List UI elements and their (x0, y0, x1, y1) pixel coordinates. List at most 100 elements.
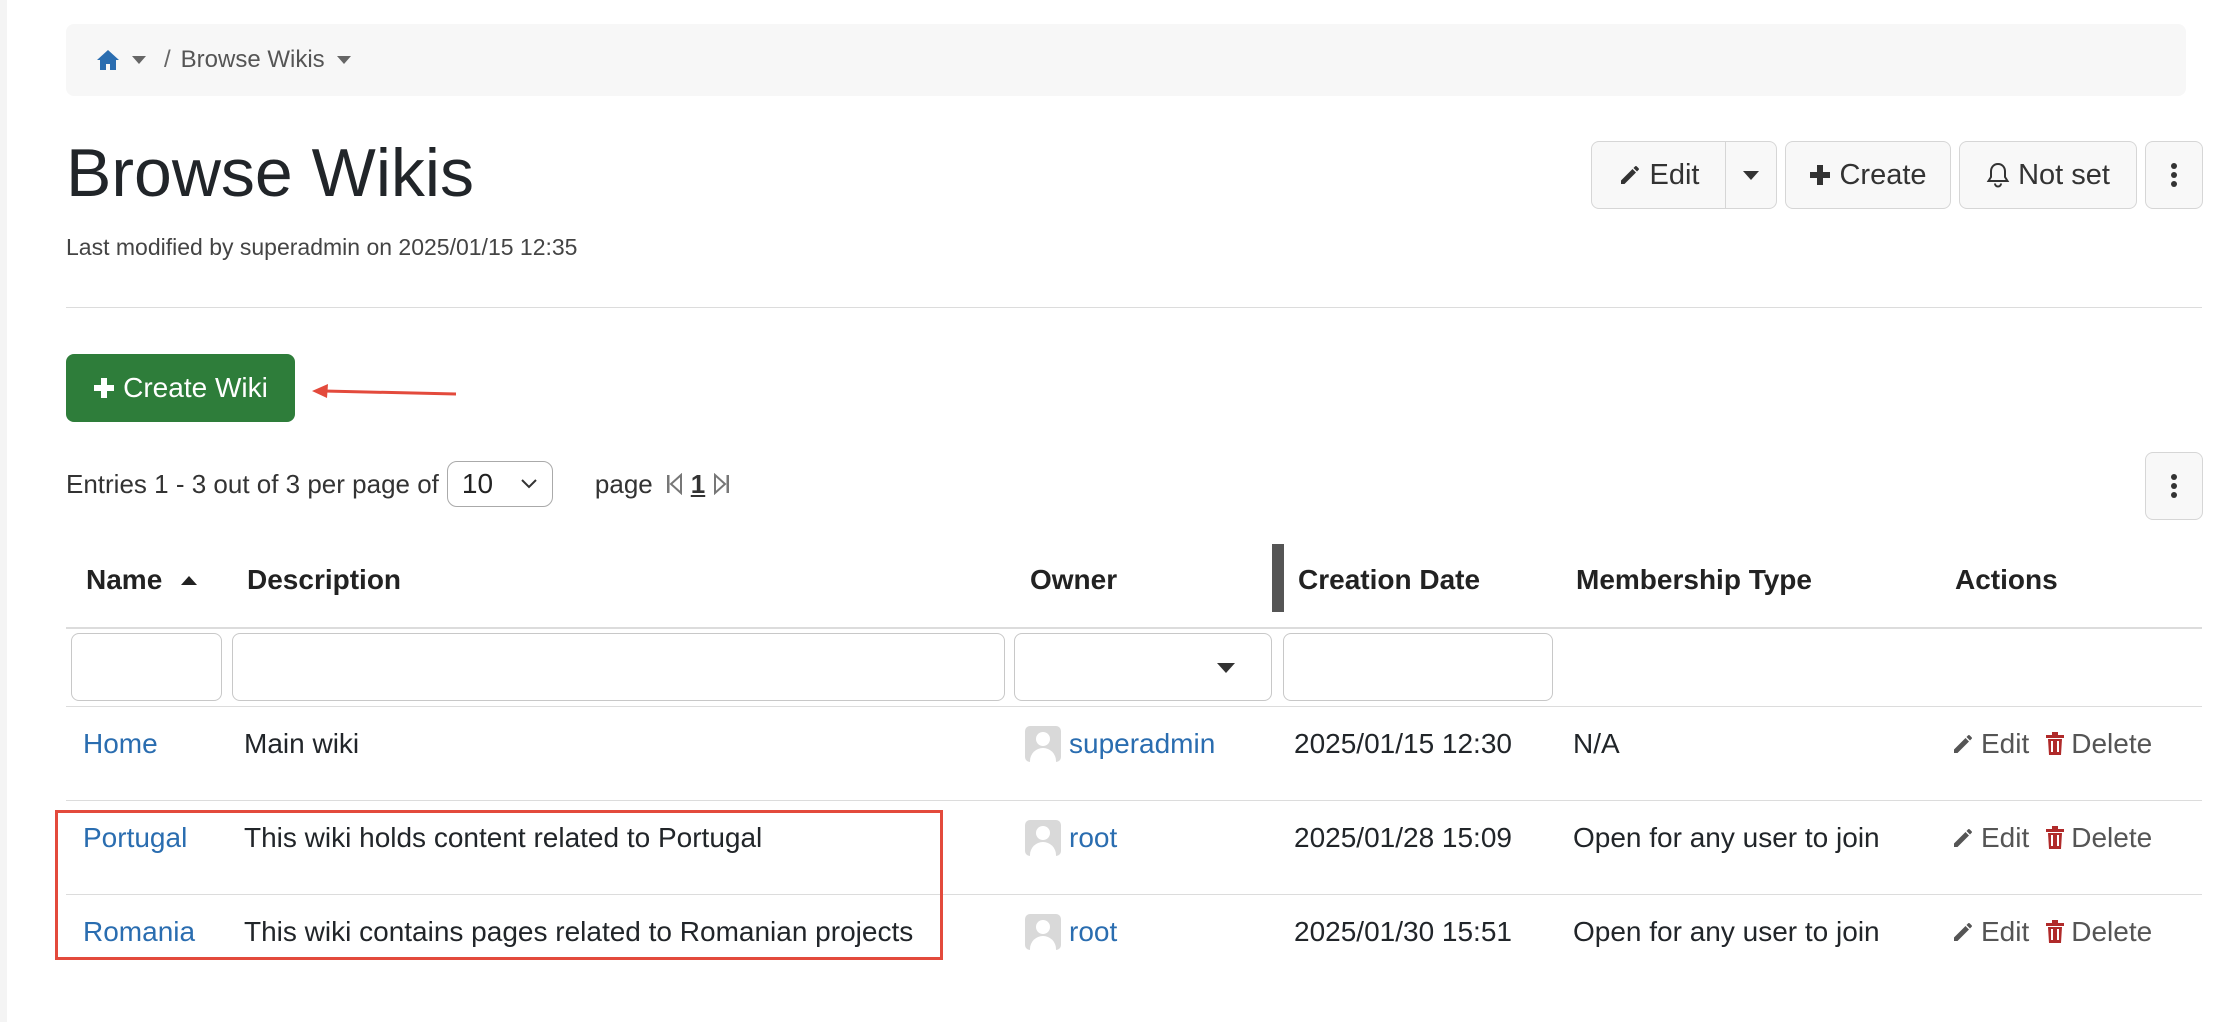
entries-text: Entries 1 - 3 out of 3 per page of (66, 468, 439, 499)
page: / Browse Wikis Browse Wikis Last modifie… (0, 0, 2224, 1022)
page-title: Browse Wikis (66, 135, 475, 211)
row-edit-button[interactable]: Edit (1951, 916, 2029, 948)
divider (66, 307, 2202, 308)
row-actions: Edit Delete (1951, 724, 2152, 764)
owner-link[interactable]: root (1069, 822, 1117, 854)
bell-icon (1986, 162, 2010, 188)
wiki-owner: superadmin (1025, 724, 1215, 764)
wiki-membership-type: Open for any user to join (1573, 916, 1880, 947)
row-divider (66, 800, 2202, 801)
column-header-creation-date[interactable]: Creation Date (1298, 540, 1480, 620)
avatar (1025, 820, 1061, 856)
delete-label: Delete (2071, 916, 2153, 947)
description-filter-input[interactable] (232, 633, 1005, 701)
chevron-down-icon (1743, 170, 1759, 180)
delete-label: Delete (2071, 728, 2153, 759)
home-icon[interactable] (96, 49, 120, 71)
create-wiki-button[interactable]: Create Wiki (66, 354, 295, 422)
wiki-creation-date: 2025/01/15 12:30 (1294, 728, 1512, 759)
name-filter-input[interactable] (71, 633, 222, 701)
owner-header-label: Owner (1030, 564, 1118, 595)
row-delete-button[interactable]: Delete (2045, 728, 2152, 760)
breadcrumb-current[interactable]: Browse Wikis (181, 46, 325, 74)
chevron-down-icon (1217, 663, 1235, 673)
pencil-icon (1954, 735, 1972, 753)
breadcrumb-separator: / (164, 46, 171, 73)
delete-label: Delete (2071, 822, 2153, 853)
column-header-owner[interactable]: Owner (1030, 540, 1117, 620)
pagination-bar: Entries 1 - 3 out of 3 per page of 10 pa… (66, 461, 731, 507)
create-button[interactable]: Create (1785, 141, 1951, 209)
edit-button[interactable]: Edit (1591, 141, 1726, 209)
chevron-down-icon[interactable] (336, 56, 351, 64)
wiki-description: Main wiki (244, 728, 360, 759)
row-delete-button[interactable]: Delete (2045, 916, 2152, 948)
wiki-name-link[interactable]: Home (83, 728, 158, 760)
trash-icon (2046, 732, 2065, 755)
header-divider (66, 627, 2202, 629)
pencil-icon (1954, 829, 1972, 847)
filter-divider (66, 706, 2202, 707)
wiki-membership-type: Open for any user to join (1573, 822, 1880, 853)
actions-header-label: Actions (1955, 564, 2058, 595)
wiki-creation-date: 2025/01/28 15:09 (1294, 822, 1512, 853)
pencil-icon (1620, 166, 1639, 184)
kebab-icon (2171, 163, 2177, 187)
row-edit-button[interactable]: Edit (1951, 822, 2029, 854)
breadcrumb: / Browse Wikis (66, 24, 2186, 96)
name-header-label: Name (86, 564, 163, 595)
row-delete-button[interactable]: Delete (2045, 822, 2152, 854)
annotation-highlight-box (55, 810, 943, 960)
table-row-home-name[interactable]: Home (83, 724, 158, 764)
avatar (1025, 914, 1061, 950)
edit-label: Edit (1981, 728, 2030, 759)
plus-icon (94, 378, 115, 398)
description-header-label: Description (247, 564, 402, 595)
edit-dropdown-button[interactable] (1725, 141, 1777, 209)
last-page-icon[interactable] (713, 473, 731, 495)
per-page-select[interactable]: 10 (446, 461, 553, 507)
pager: 1 (665, 469, 731, 500)
more-options-button[interactable] (2145, 141, 2203, 209)
column-resize-handle[interactable] (1272, 544, 1284, 612)
owner-link[interactable]: superadmin (1069, 728, 1215, 760)
wiki-creation-date: 2025/01/30 15:51 (1294, 916, 1512, 947)
chevron-down-icon (521, 479, 537, 489)
column-header-name[interactable]: Name (86, 540, 198, 620)
membership-type-header-label: Membership Type (1576, 564, 1812, 595)
plus-icon (1810, 165, 1831, 185)
trash-icon (2046, 920, 2065, 943)
pencil-icon (1954, 923, 1972, 941)
edit-label: Edit (1649, 158, 1700, 191)
creation-date-header-label: Creation Date (1298, 564, 1481, 595)
wiki-membership-type: N/A (1573, 728, 1620, 759)
page-label: page (594, 468, 653, 499)
notification-button[interactable]: Not set (1959, 141, 2137, 209)
first-page-icon[interactable] (665, 473, 683, 495)
row-actions: Edit Delete (1951, 912, 2152, 952)
trash-icon (2046, 826, 2065, 849)
edit-label: Edit (1981, 916, 2030, 947)
column-header-membership-type[interactable]: Membership Type (1576, 540, 1812, 620)
avatar (1025, 726, 1061, 762)
row-edit-button[interactable]: Edit (1951, 728, 2029, 760)
create-wiki-label: Create Wiki (123, 372, 268, 403)
row-actions: Edit Delete (1951, 818, 2152, 858)
owner-filter-select[interactable] (1014, 633, 1272, 701)
left-edge (0, 0, 7, 1022)
creation-date-filter-input[interactable] (1283, 633, 1553, 701)
column-header-actions: Actions (1955, 540, 2058, 620)
table-options-button[interactable] (2145, 452, 2203, 520)
sort-ascending-icon (181, 576, 198, 585)
column-header-description[interactable]: Description (247, 540, 401, 620)
notification-label: Not set (2018, 158, 2110, 191)
owner-link[interactable]: root (1069, 916, 1117, 948)
edit-label: Edit (1981, 822, 2030, 853)
annotation-arrow (312, 384, 457, 398)
chevron-down-icon[interactable] (132, 56, 146, 64)
current-page[interactable]: 1 (691, 469, 705, 500)
wiki-owner: root (1025, 818, 1117, 858)
wiki-owner: root (1025, 912, 1117, 952)
per-page-value: 10 (461, 468, 494, 499)
kebab-icon (2171, 474, 2177, 498)
